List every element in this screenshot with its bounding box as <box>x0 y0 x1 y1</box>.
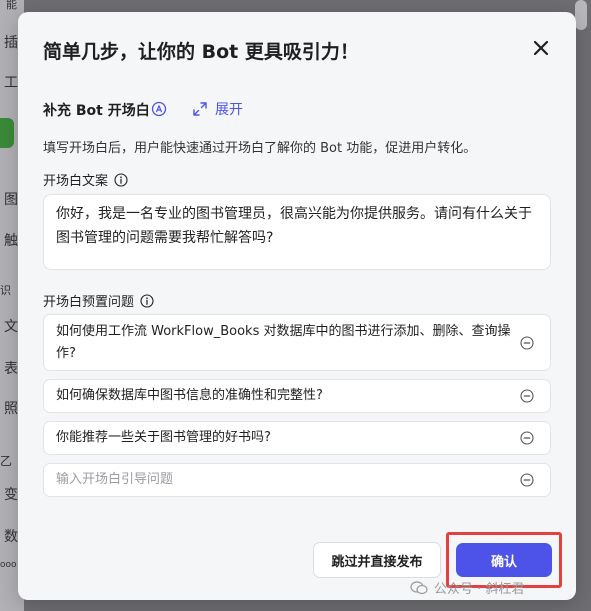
remove-circle-icon[interactable] <box>520 389 534 403</box>
new-question-placeholder: 输入开场白引导问题 <box>56 472 174 487</box>
info-icon[interactable] <box>114 172 128 187</box>
preset-question-item[interactable]: 如何确保数据库中图书信息的准确性和完整性? <box>43 379 551 413</box>
preset-question-item[interactable]: 你能推荐一些关于图书管理的好书吗? <box>43 421 551 455</box>
remove-circle-icon[interactable] <box>520 473 534 487</box>
background-sidebar-item: 识 <box>0 284 11 297</box>
remove-circle-icon[interactable] <box>520 431 534 445</box>
background-sidebar-item: 表 <box>4 361 18 377</box>
confirm-button[interactable]: 确认 <box>456 543 552 577</box>
expand-label: 展开 <box>215 102 243 118</box>
auto-badge-icon <box>151 101 167 117</box>
background-sidebar-item: 工 <box>4 75 18 91</box>
opening-text-label-row: 开场白文案 <box>43 170 128 189</box>
new-question-input[interactable]: 输入开场白引导问题 <box>43 463 551 497</box>
modal-title: 简单几步，让你的 Bot 更具吸引力！ <box>43 41 359 63</box>
opening-text-label: 开场白文案 <box>43 174 109 189</box>
preset-question-text: 你能推荐一些关于图书管理的好书吗? <box>56 430 271 445</box>
background-sidebar-item: 插 <box>4 35 18 51</box>
wechat-icon <box>410 580 428 594</box>
background-sidebar-item: 变 <box>4 487 18 503</box>
background-sidebar-item: 触 <box>4 233 18 249</box>
background-scrollbar <box>575 0 587 30</box>
expand-button[interactable]: 展开 <box>193 99 243 119</box>
background-partial-label: 能 <box>6 0 17 11</box>
watermark-text: 公众号 · 斜杠君 <box>434 582 525 597</box>
background-sidebar-item: 照 <box>4 401 18 417</box>
info-icon[interactable] <box>140 293 154 308</box>
opening-text-field[interactable]: 你好，我是一名专业的图书管理员，很高兴能为你提供服务。请问有什么关于图书管理的问… <box>43 194 551 270</box>
section-description: 填写开场白后，用户能快速通过开场白了解你的 Bot 功能，促进用户转化。 <box>43 141 477 156</box>
background-sidebar-item: 乙 <box>0 454 13 468</box>
background-green-tile <box>0 118 14 148</box>
skip-and-publish-button[interactable]: 跳过并直接发布 <box>313 542 441 578</box>
remove-circle-icon[interactable] <box>520 335 534 350</box>
watermark: 公众号 · 斜杠君 <box>410 578 524 597</box>
background-sidebar-item: 数 <box>4 529 18 545</box>
expand-arrows-icon <box>193 102 207 116</box>
preset-questions-label: 开场白预置问题 <box>43 295 135 310</box>
preset-question-item[interactable]: 如何使用工作流 WorkFlow_Books 对数据库中的图书进行添加、删除、查… <box>43 314 551 371</box>
background-sidebar-item: 图 <box>4 192 18 208</box>
preset-question-text: 如何使用工作流 WorkFlow_Books 对数据库中的图书进行添加、删除、查… <box>56 323 511 361</box>
onboarding-modal: 简单几步，让你的 Bot 更具吸引力！ 补充 Bot 开场白 展开 填写开场白后… <box>18 12 576 600</box>
preset-question-text: 如何确保数据库中图书信息的准确性和完整性? <box>56 388 323 403</box>
background-sidebar-item: ooo <box>0 560 17 570</box>
section-title: 补充 Bot 开场白 <box>43 103 150 119</box>
preset-questions-label-row: 开场白预置问题 <box>43 291 154 310</box>
background-sidebar-item: 文 <box>4 319 18 335</box>
close-icon[interactable] <box>532 39 550 57</box>
